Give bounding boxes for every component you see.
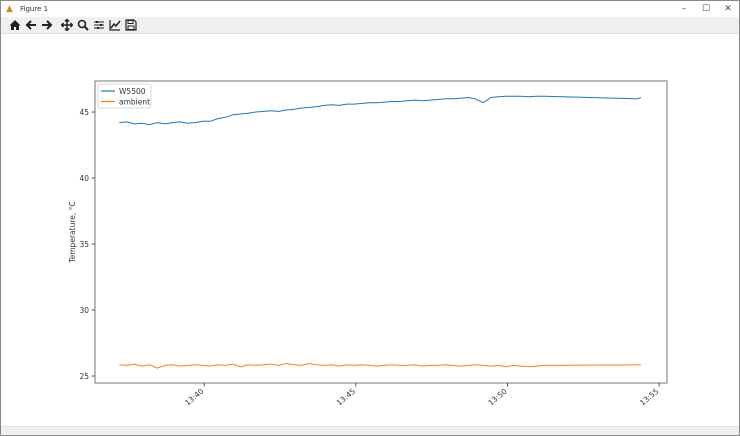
x-tick-label: 13:40 [183, 386, 206, 407]
edit-axes-icon [108, 20, 121, 31]
zoom-button[interactable] [75, 18, 90, 33]
home-icon [9, 20, 20, 30]
save-icon [124, 19, 137, 31]
forward-icon [41, 20, 52, 30]
chart: 25 30 35 40 45 13:40 13:45 13:50 13:55 Temperatur… [68, 80, 668, 407]
back-icon [25, 20, 36, 30]
close-button[interactable]: ✕ [717, 1, 739, 17]
y-axis-label: Temperature, °C [68, 201, 77, 263]
edit-axes-button[interactable] [107, 18, 122, 33]
forward-button[interactable] [39, 18, 54, 33]
legend-label: W5500 [119, 87, 146, 96]
configure-subplots-icon [93, 21, 104, 29]
pan-button[interactable] [59, 18, 74, 33]
y-tick-label: 35 [79, 240, 89, 249]
x-tick-label: 13:45 [335, 386, 358, 407]
y-tick-label: 25 [79, 372, 89, 381]
save-button[interactable] [123, 18, 138, 33]
plot-area [94, 80, 668, 384]
x-tick-label: 13:50 [486, 386, 509, 407]
navigation-toolbar [1, 17, 739, 34]
configure-subplots-button[interactable] [91, 18, 106, 33]
window-title: Figure 1 [20, 5, 49, 13]
pan-icon [60, 19, 73, 31]
x-tick-label: 13:55 [638, 386, 661, 407]
minimize-button[interactable]: – [673, 1, 695, 17]
maximize-button[interactable]: ☐ [695, 1, 717, 17]
legend-label: ambient [119, 98, 150, 107]
title-bar: ▲ Figure 1 – ☐ ✕ [1, 1, 739, 17]
status-bar [1, 426, 739, 435]
home-button[interactable] [7, 18, 22, 33]
zoom-icon [77, 19, 89, 31]
y-tick-label: 40 [79, 174, 89, 183]
y-tick-label: 30 [79, 306, 89, 315]
back-button[interactable] [23, 18, 38, 33]
y-tick-label: 45 [79, 108, 89, 117]
app-icon: ▲ [6, 4, 13, 14]
